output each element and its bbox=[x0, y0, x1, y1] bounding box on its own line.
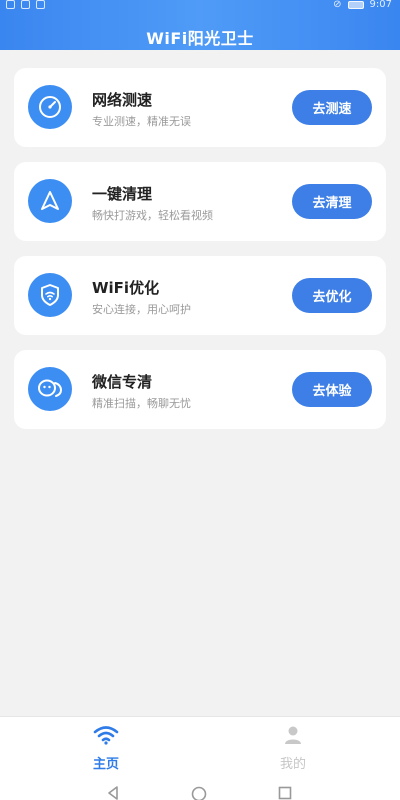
card-title: WiFi优化 bbox=[92, 279, 160, 297]
card-title: 一键清理 bbox=[92, 185, 153, 203]
card-subtitle: 专业测速，精准无误 bbox=[92, 115, 191, 128]
tab-home[interactable]: 主页 bbox=[66, 725, 146, 772]
app-header: ⊘ 9:07 WiFi阳光卫士 bbox=[0, 0, 400, 50]
shield-wifi-icon bbox=[28, 273, 72, 317]
tab-mine[interactable]: 我的 bbox=[253, 725, 333, 772]
notification-icon bbox=[6, 0, 15, 9]
back-icon[interactable] bbox=[106, 786, 120, 800]
tab-label: 我的 bbox=[279, 757, 306, 772]
card-subtitle: 精准扫描，畅聊无忧 bbox=[92, 397, 191, 410]
wifi-status-icon bbox=[21, 0, 30, 9]
clean-button[interactable]: 去清理 bbox=[292, 184, 372, 219]
card-title: 微信专清 bbox=[92, 373, 153, 391]
bottom-tab-bar: 主页 我的 bbox=[0, 716, 400, 778]
person-icon bbox=[285, 726, 301, 744]
status-time: 9:07 bbox=[369, 0, 392, 10]
card-wechat-clean: 微信专清 精准扫描，畅聊无忧 去体验 bbox=[14, 350, 386, 429]
speedometer-icon bbox=[28, 85, 72, 129]
wechat-clean-button[interactable]: 去体验 bbox=[292, 372, 372, 407]
app-status-icon bbox=[36, 0, 45, 9]
card-one-click-clean: 一键清理 畅快打游戏，轻松看视频 去清理 bbox=[14, 162, 386, 241]
home-nav-icon[interactable] bbox=[191, 786, 207, 800]
app-title: WiFi阳光卫士 bbox=[146, 29, 254, 48]
optimize-button[interactable]: 去优化 bbox=[292, 278, 372, 313]
card-title: 网络测速 bbox=[92, 91, 153, 109]
card-subtitle: 畅快打游戏，轻松看视频 bbox=[92, 209, 213, 222]
battery-icon bbox=[347, 0, 364, 9]
system-nav-bar bbox=[0, 778, 400, 800]
speed-test-button[interactable]: 去测速 bbox=[292, 90, 372, 125]
card-subtitle: 安心连接，用心呵护 bbox=[92, 303, 191, 316]
wechat-icon bbox=[28, 367, 72, 411]
status-bar: ⊘ 9:07 bbox=[0, 0, 400, 14]
navigation-arrow-icon bbox=[28, 179, 72, 223]
card-wifi-optimize: WiFi优化 安心连接，用心呵护 去优化 bbox=[14, 256, 386, 335]
tab-label: 主页 bbox=[92, 757, 119, 772]
mute-icon: ⊘ bbox=[333, 0, 342, 10]
wifi-icon bbox=[93, 726, 119, 745]
card-speed-test: 网络测速 专业测速，精准无误 去测速 bbox=[14, 68, 386, 147]
recents-icon[interactable] bbox=[278, 786, 292, 800]
